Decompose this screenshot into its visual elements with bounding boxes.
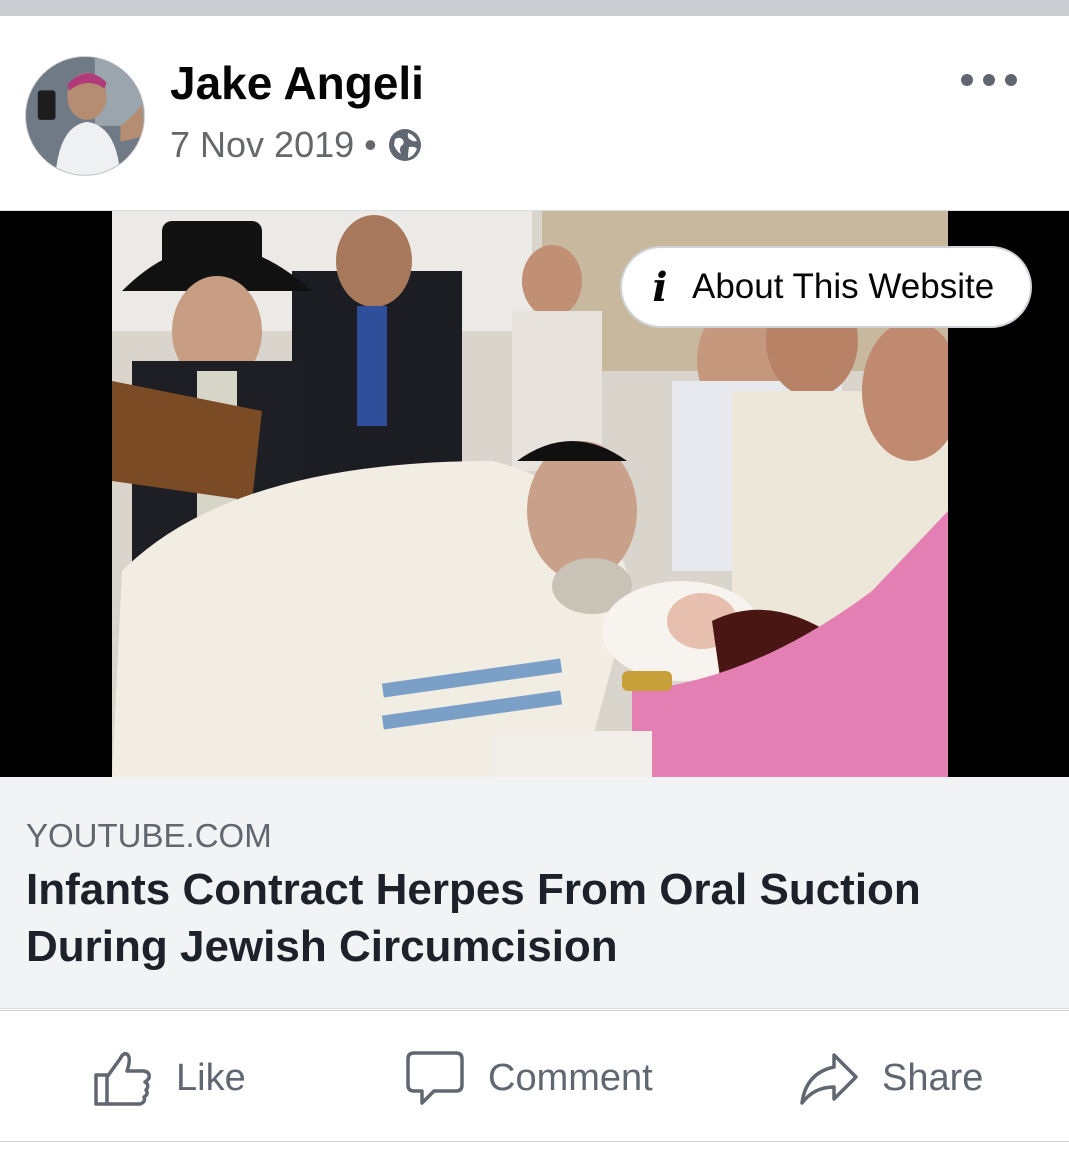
like-label: Like bbox=[176, 1056, 246, 1099]
author-avatar[interactable] bbox=[25, 56, 145, 176]
post-header: Jake Angeli 7 Nov 2019 • bbox=[0, 16, 1069, 210]
link-preview-card[interactable]: YOUTUBE.COM Infants Contract Herpes From… bbox=[0, 777, 1069, 1009]
post-action-bar: Like Comment Share bbox=[0, 1010, 1069, 1142]
more-dot bbox=[1005, 74, 1017, 86]
thumbs-up-icon bbox=[94, 1051, 151, 1106]
info-icon: i bbox=[652, 263, 668, 311]
link-title[interactable]: Infants Contract Herpes From Oral Suctio… bbox=[26, 861, 1026, 975]
more-dot bbox=[961, 74, 973, 86]
globe-icon[interactable] bbox=[387, 127, 423, 163]
share-button[interactable]: Share bbox=[798, 1047, 983, 1109]
about-this-website-button[interactable]: i About This Website bbox=[620, 246, 1032, 328]
like-button[interactable]: Like bbox=[92, 1047, 246, 1109]
link-domain: YOUTUBE.COM bbox=[26, 817, 272, 854]
post-meta: 7 Nov 2019 • bbox=[170, 124, 423, 166]
post-date[interactable]: 7 Nov 2019 bbox=[170, 124, 354, 166]
author-name[interactable]: Jake Angeli bbox=[170, 56, 424, 110]
top-separator-bar bbox=[0, 0, 1069, 16]
comment-bubble-icon bbox=[406, 1051, 464, 1105]
meta-separator: • bbox=[364, 124, 377, 165]
share-label: Share bbox=[882, 1056, 984, 1099]
avatar-photo bbox=[26, 57, 144, 175]
more-dot bbox=[983, 74, 995, 86]
comment-label: Comment bbox=[488, 1056, 653, 1099]
share-arrow-icon bbox=[800, 1053, 858, 1105]
about-this-website-label: About This Website bbox=[692, 267, 995, 306]
more-options-icon[interactable] bbox=[961, 68, 1017, 92]
link-preview-image[interactable]: i About This Website bbox=[0, 210, 1069, 778]
comment-button[interactable]: Comment bbox=[404, 1047, 653, 1109]
